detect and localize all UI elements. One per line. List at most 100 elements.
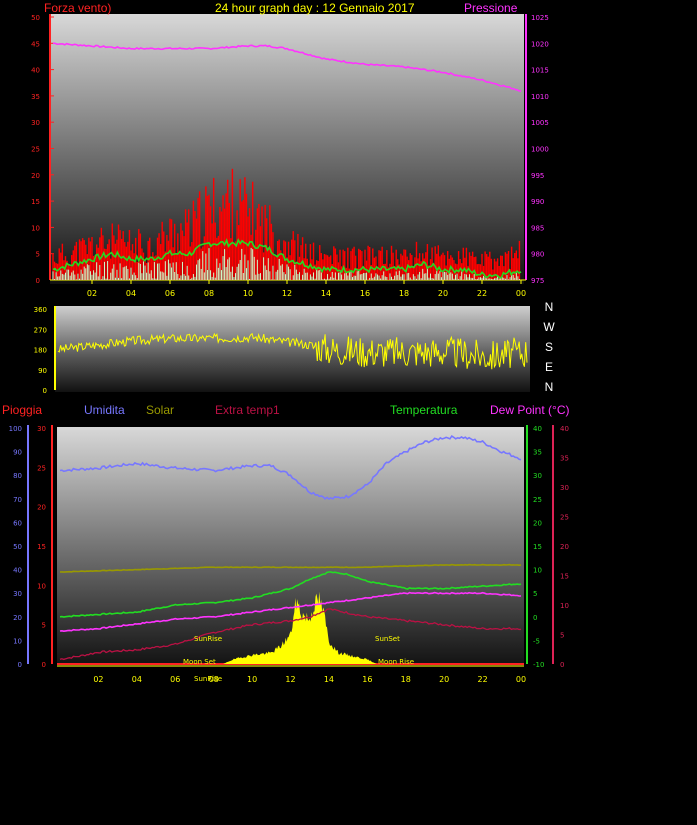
x-tick-label-3: 10 xyxy=(247,675,257,684)
temperature-tick-label: 5 xyxy=(533,590,537,598)
temperature-tick-label: 40 xyxy=(533,425,542,433)
x-tick-label-3: 00 xyxy=(516,675,526,684)
wind-tick-label: 0 xyxy=(36,277,40,285)
annotation-moonset: Moon Set xyxy=(183,658,216,666)
pressure-axis-label: Pressione xyxy=(464,1,518,15)
pressure-tick-label: 1010 xyxy=(531,93,549,101)
compass-letter: N xyxy=(545,300,554,314)
wind-tick-label: 15 xyxy=(31,198,40,206)
dew-tick-label: 5 xyxy=(560,632,564,640)
rain-tick-label: 5 xyxy=(42,622,46,630)
compass-letter: E xyxy=(545,360,553,374)
x-tick-label-1: 08 xyxy=(204,289,214,298)
direction-tick-label: 0 xyxy=(43,387,47,395)
wind-axis-label: Forza vento) xyxy=(44,1,111,15)
compass-letter: N xyxy=(545,380,554,394)
humidity-tick-label: 70 xyxy=(13,496,22,504)
humidity-tick-label: 60 xyxy=(13,519,22,527)
x-tick-label-1: 16 xyxy=(360,289,370,298)
rain-tick-label: 15 xyxy=(37,543,46,551)
pressure-tick-label: 975 xyxy=(531,277,544,285)
annotation-sunset: SunSet xyxy=(375,635,400,643)
direction-tick-label: 90 xyxy=(38,367,47,375)
x-tick-label-3: 02 xyxy=(93,675,103,684)
weather-graph: Forza vento) 24 hour graph day : 12 Genn… xyxy=(2,1,569,684)
compass-letter: S xyxy=(545,340,553,354)
wind-tick-label: 45 xyxy=(31,40,40,48)
temperature-tick-label: -5 xyxy=(533,637,540,645)
dew-tick-label: 15 xyxy=(560,573,569,581)
humidity-tick-label: 90 xyxy=(13,449,22,457)
direction-tick-label: 360 xyxy=(34,306,47,314)
temperature-tick-label: 10 xyxy=(533,567,542,575)
temperature-tick-label: 35 xyxy=(533,449,542,457)
x-tick-label-3: 22 xyxy=(477,675,487,684)
legend-dew-point: Dew Point (°C) xyxy=(490,403,569,417)
wind-tick-label: 30 xyxy=(31,119,40,127)
x-tick-label-1: 04 xyxy=(126,289,136,298)
direction-tick-label: 270 xyxy=(34,326,47,334)
wind-tick-label: 40 xyxy=(31,67,40,75)
panel-2-background xyxy=(55,306,530,392)
panel-3-background xyxy=(57,427,524,667)
temperature-tick-label: 30 xyxy=(533,472,542,480)
wind-tick-label: 20 xyxy=(31,172,40,180)
dew-tick-label: 30 xyxy=(560,484,569,492)
pressure-tick-label: 990 xyxy=(531,198,544,206)
legend-rain: Pioggia xyxy=(2,403,42,417)
dew-tick-label: 25 xyxy=(560,514,569,522)
wind-tick-label: 50 xyxy=(31,14,40,22)
humidity-tick-label: 30 xyxy=(13,590,22,598)
x-tick-label-3: 12 xyxy=(285,675,295,684)
legend-temperature: Temperatura xyxy=(390,403,458,417)
legend-humidity: Umidita xyxy=(84,403,125,417)
pressure-tick-label: 1020 xyxy=(531,40,549,48)
pressure-tick-label: 1015 xyxy=(531,67,549,75)
x-tick-label-3: 04 xyxy=(132,675,142,684)
x-tick-label-1: 00 xyxy=(516,289,526,298)
temperature-tick-label: -10 xyxy=(533,661,544,669)
x-tick-label-1: 22 xyxy=(477,289,487,298)
rain-tick-label: 10 xyxy=(37,582,46,590)
pressure-tick-label: 985 xyxy=(531,224,544,232)
dew-tick-label: 35 xyxy=(560,455,569,463)
rain-tick-label: 25 xyxy=(37,464,46,472)
rain-tick-label: 20 xyxy=(37,504,46,512)
x-tick-label-3: 18 xyxy=(401,675,411,684)
compass-letter: W xyxy=(543,320,555,334)
temperature-tick-label: 15 xyxy=(533,543,542,551)
x-tick-label-1: 02 xyxy=(87,289,97,298)
wind-tick-label: 10 xyxy=(31,224,40,232)
x-tick-label-1: 12 xyxy=(282,289,292,298)
dew-tick-label: 40 xyxy=(560,425,569,433)
x-tick-label-1: 20 xyxy=(438,289,448,298)
wind-tick-label: 25 xyxy=(31,146,40,154)
pressure-tick-label: 1000 xyxy=(531,146,549,154)
wind-tick-label: 35 xyxy=(31,93,40,101)
x-tick-label-1: 10 xyxy=(243,289,253,298)
temperature-tick-label: 0 xyxy=(533,614,537,622)
legend-solar: Solar xyxy=(146,403,174,417)
x-tick-label-1: 06 xyxy=(165,289,175,298)
compass-labels: NWSEN xyxy=(543,300,555,394)
x-tick-label-1: 18 xyxy=(399,289,409,298)
x-tick-label-1: 14 xyxy=(321,289,331,298)
humidity-tick-label: 40 xyxy=(13,567,22,575)
dew-tick-label: 0 xyxy=(560,661,564,669)
humidity-tick-label: 50 xyxy=(13,543,22,551)
rain-tick-label: 0 xyxy=(42,661,46,669)
dew-tick-label: 20 xyxy=(560,543,569,551)
rain-tick-label: 30 xyxy=(37,425,46,433)
humidity-tick-label: 0 xyxy=(18,661,22,669)
pressure-tick-label: 995 xyxy=(531,172,544,180)
humidity-tick-label: 80 xyxy=(13,472,22,480)
humidity-tick-label: 100 xyxy=(9,425,22,433)
temperature-tick-label: 20 xyxy=(533,519,542,527)
temperature-tick-label: 25 xyxy=(533,496,542,504)
humidity-tick-label: 10 xyxy=(13,637,22,645)
annotation-moonrise: Moon Rise xyxy=(378,658,414,666)
humidity-tick-label: 20 xyxy=(13,614,22,622)
legend-extra-temp: Extra temp1 xyxy=(215,403,280,417)
chart-title: 24 hour graph day : 12 Gennaio 2017 xyxy=(215,1,415,15)
dew-tick-label: 10 xyxy=(560,602,569,610)
